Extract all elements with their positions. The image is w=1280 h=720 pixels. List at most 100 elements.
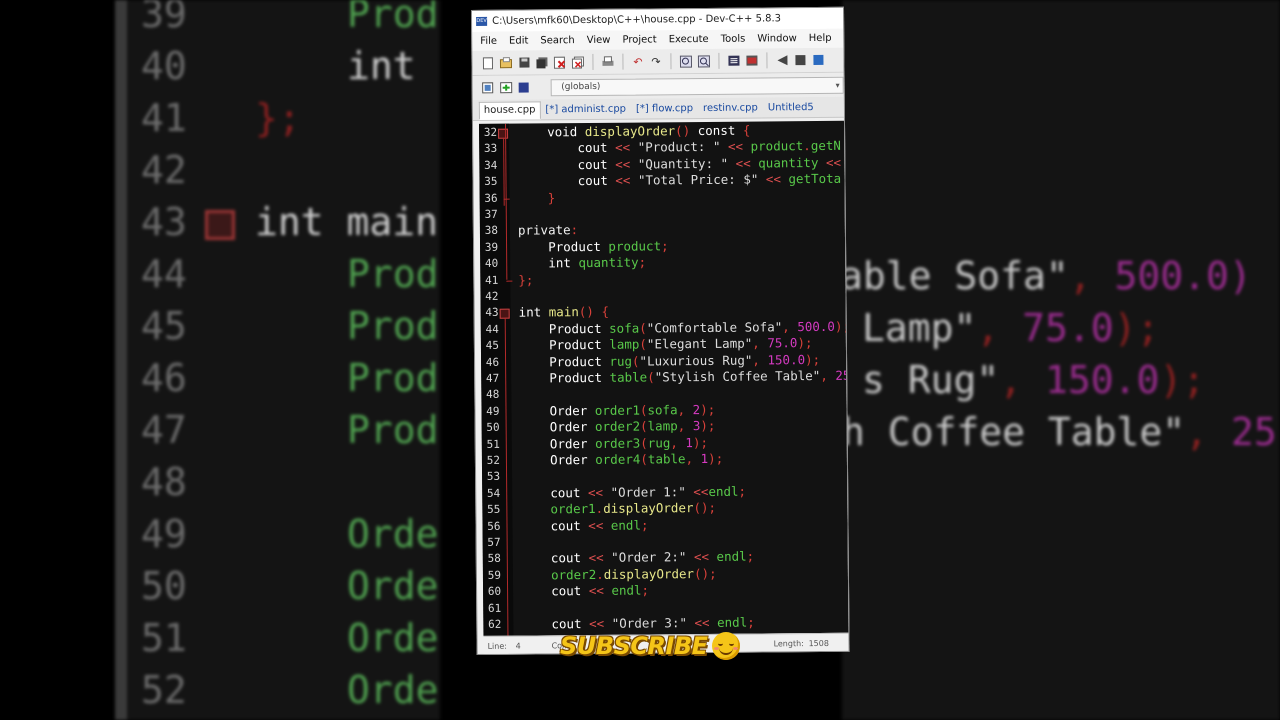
scope-combo-value: (globals) xyxy=(561,81,601,92)
indent-icon[interactable] xyxy=(726,53,741,68)
tab-untitled5[interactable]: Untitled5 xyxy=(763,99,819,117)
tab-flow-cpp[interactable]: [*] flow.cpp xyxy=(631,100,698,119)
code-punctuation: ( xyxy=(675,123,683,139)
code-punctuation: ; xyxy=(661,238,669,254)
smiley-emoji-icon xyxy=(711,632,740,660)
menu-view[interactable]: View xyxy=(581,35,617,46)
code-identifier: order4 xyxy=(595,451,641,467)
code-identifier: endl xyxy=(716,549,747,565)
code-punctuation: : xyxy=(570,222,579,238)
code-number: 2 xyxy=(692,401,701,417)
menu-search[interactable]: Search xyxy=(534,35,580,46)
bookmark-forward-icon[interactable] xyxy=(792,53,807,68)
menu-project[interactable]: Project xyxy=(616,34,662,45)
menu-edit[interactable]: Edit xyxy=(503,35,534,47)
menu-help[interactable]: Help xyxy=(803,33,838,44)
print-icon[interactable] xyxy=(600,54,615,69)
undo-icon[interactable]: ↶ xyxy=(630,54,645,69)
code-string: "Quantity: " xyxy=(637,155,729,172)
replace-icon[interactable] xyxy=(696,53,711,68)
background-right-line: able Sofa", 500.0) xyxy=(842,250,1252,302)
line-number: 47 xyxy=(485,371,500,385)
code-number: 25 xyxy=(835,367,849,383)
line-number: 39 xyxy=(484,240,499,254)
background-string: able Sofa" xyxy=(842,254,1069,298)
background-right-line: h Coffee Table", 25 xyxy=(842,406,1277,458)
background-line-number: 42 xyxy=(141,148,187,192)
code-punctuation: } xyxy=(547,189,556,205)
unindent-icon[interactable] xyxy=(744,53,759,68)
background-right-line: s Rug", 150.0); xyxy=(862,354,1205,406)
code-string: "Total Price: $" xyxy=(637,171,759,188)
line-number: 40 xyxy=(484,256,499,271)
save-icon[interactable] xyxy=(516,55,531,70)
code-string: "Product: " xyxy=(637,139,721,155)
close-all-icon[interactable] xyxy=(570,55,585,70)
code-editor[interactable]: 32 void displayOrder() const {33 cout <<… xyxy=(478,120,849,636)
code-keyword: cout xyxy=(577,156,608,172)
scope-combo[interactable]: (globals) ▾ xyxy=(550,76,844,96)
line-number: 60 xyxy=(487,584,502,599)
menu-file[interactable]: File xyxy=(474,36,503,47)
bookmark-back-icon[interactable] xyxy=(774,53,789,68)
background-gutter-strip xyxy=(115,0,127,720)
code-identifier: sofa xyxy=(609,320,640,336)
background-line-number: 39 xyxy=(141,0,187,36)
code-identifier: order3 xyxy=(594,435,641,451)
open-file-icon[interactable] xyxy=(498,55,513,70)
line-number: 59 xyxy=(487,568,501,582)
code-identifier: order1 xyxy=(594,402,640,418)
background-code-text: int xyxy=(347,44,416,88)
status-length-value: 1508 xyxy=(808,638,829,649)
line-number: 58 xyxy=(487,552,501,566)
code-punctuation: , xyxy=(820,367,828,383)
code-punctuation: ; xyxy=(746,548,755,565)
add-class-icon[interactable] xyxy=(498,80,513,95)
redo-icon[interactable]: ↷ xyxy=(648,54,663,69)
class-members-icon[interactable] xyxy=(516,80,531,95)
menu-tools[interactable]: Tools xyxy=(715,34,752,45)
code-punctuation: . xyxy=(595,501,604,517)
close-file-icon[interactable] xyxy=(552,55,567,70)
code-identifier: endl xyxy=(610,517,642,533)
background-line-number: 46 xyxy=(141,356,187,400)
background-code-text: int main xyxy=(255,200,439,244)
compile-icon[interactable] xyxy=(810,52,825,67)
menu-window[interactable]: Window xyxy=(751,33,803,44)
tab-house-cpp[interactable]: house.cpp xyxy=(478,101,541,120)
line-number: 49 xyxy=(486,404,500,418)
code-string: "Order 2:" xyxy=(611,549,687,566)
code-keyword: Product xyxy=(549,353,602,369)
menu-execute[interactable]: Execute xyxy=(663,34,715,45)
find-icon[interactable] xyxy=(678,54,693,69)
code-text: } xyxy=(518,190,556,207)
background-number: 500.0) xyxy=(1114,254,1252,298)
code-identifier: rug xyxy=(609,353,633,369)
code-text: cout << endl; xyxy=(521,583,649,601)
line-number: 54 xyxy=(486,486,501,500)
line-number: 33 xyxy=(483,142,498,156)
tab-restinv-cpp[interactable]: restinv.cpp xyxy=(698,99,763,118)
new-file-icon[interactable] xyxy=(480,55,495,70)
class-browser-icon[interactable] xyxy=(481,80,496,95)
line-number: 50 xyxy=(486,420,500,435)
devcpp-window: DEV C:\Users\mfk60\Desktop\C++\house.cpp… xyxy=(471,6,850,655)
background-code-text: Prod xyxy=(347,304,439,348)
tab-administ-cpp[interactable]: [*] administ.cpp xyxy=(540,101,631,120)
save-all-icon[interactable] xyxy=(534,55,549,70)
code-identifier: product xyxy=(750,138,804,154)
background-number: 75.0 xyxy=(1022,306,1114,350)
line-number: 37 xyxy=(484,207,498,221)
